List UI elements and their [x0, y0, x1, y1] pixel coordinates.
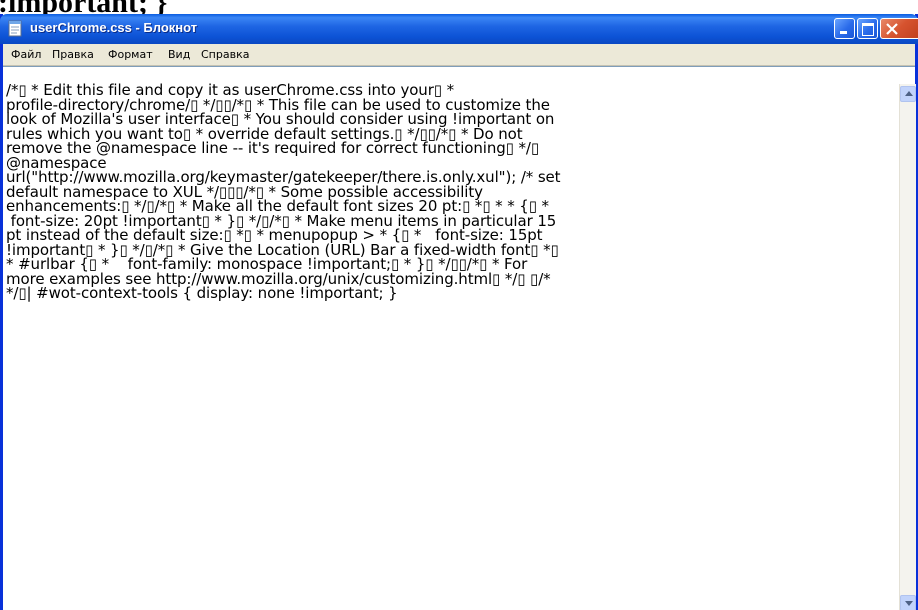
- editor-text[interactable]: /*▯ * Edit this file and copy it as user…: [6, 83, 896, 609]
- minimize-button[interactable]: [834, 18, 855, 39]
- menu-bar: Файл Правка Формат Вид Справка: [3, 44, 915, 66]
- chevron-down-icon: [905, 601, 913, 606]
- editor-line: */▯| #wot-context-tools { display: none …: [6, 284, 398, 302]
- editor-line: remove the @namespace line -- it's requi…: [6, 139, 540, 157]
- close-button[interactable]: [880, 18, 918, 39]
- screen: :important; } userChrome.css - Блокнот Ф…: [0, 0, 918, 610]
- menu-file[interactable]: Файл: [11, 48, 41, 61]
- text-editor[interactable]: /*▯ * Edit this file and copy it as user…: [3, 66, 916, 610]
- notepad-window: userChrome.css - Блокнот Файл Правка Фор…: [0, 14, 918, 610]
- notepad-icon[interactable]: [7, 20, 23, 37]
- scroll-down-button[interactable]: [900, 595, 916, 610]
- menu-view[interactable]: Вид: [168, 48, 190, 61]
- menu-help[interactable]: Справка: [201, 48, 249, 61]
- close-icon: [886, 23, 898, 35]
- menu-edit[interactable]: Правка: [52, 48, 94, 61]
- vertical-scrollbar[interactable]: [899, 84, 916, 610]
- chevron-up-icon: [905, 91, 913, 96]
- window-title: userChrome.css - Блокнот: [30, 20, 198, 35]
- menu-format[interactable]: Формат: [108, 48, 153, 61]
- scroll-up-button[interactable]: [900, 86, 916, 102]
- title-bar[interactable]: userChrome.css - Блокнот: [0, 14, 918, 44]
- maximize-button[interactable]: [857, 18, 878, 39]
